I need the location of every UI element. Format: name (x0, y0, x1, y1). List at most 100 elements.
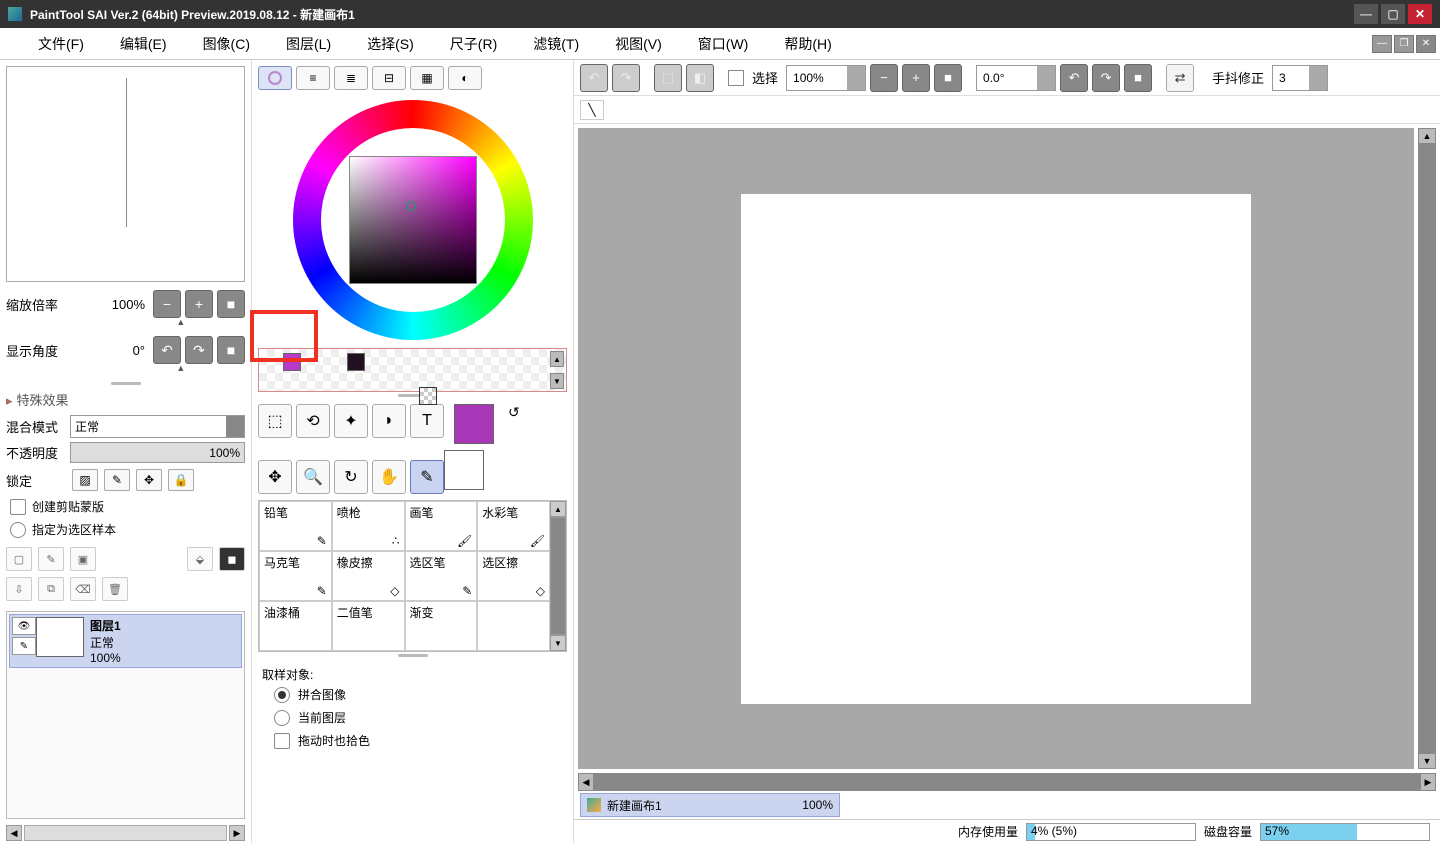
new-folder-button[interactable]: ▣ (70, 547, 96, 571)
zoom-tool[interactable]: 🔍 (296, 460, 330, 494)
brush-airbrush[interactable]: 喷枪∴ (332, 501, 405, 551)
toolbar-rotate-cw[interactable]: ↷ (1092, 64, 1120, 92)
toolbar-zoom-reset[interactable]: ■ (934, 64, 962, 92)
sv-picker[interactable] (349, 156, 477, 284)
rotate-tool[interactable]: ↻ (334, 460, 368, 494)
menu-window[interactable]: 窗口(W) (680, 30, 767, 58)
transparent-swatch[interactable] (419, 387, 437, 405)
zoom-slider[interactable] (6, 320, 245, 330)
maximize-button[interactable]: ▢ (1381, 4, 1405, 24)
swatches-mode-button[interactable]: ▦ (410, 66, 444, 90)
line-tool-icon[interactable]: ╲ (580, 100, 604, 120)
menu-ruler[interactable]: 尺子(R) (432, 30, 515, 58)
opacity-slider[interactable]: 100% (70, 442, 245, 463)
merge-down-button[interactable]: ⇩ (6, 577, 32, 601)
lasso-tool[interactable]: ⟲ (296, 404, 330, 438)
delete-layer-button[interactable]: 🗑 (102, 577, 128, 601)
zoom-reset-button[interactable]: ■ (217, 290, 245, 318)
select-checkbox[interactable] (728, 70, 744, 86)
selection-source-radio[interactable] (10, 522, 26, 538)
vscroll-up[interactable]: ▲ (1418, 128, 1436, 144)
clear-button[interactable]: ⌫ (70, 577, 96, 601)
menu-edit[interactable]: 编辑(E) (102, 30, 185, 58)
close-button[interactable]: ✕ (1408, 4, 1432, 24)
toolbar-rotate-ccw[interactable]: ↶ (1060, 64, 1088, 92)
clipping-mask-checkbox[interactable] (10, 499, 26, 515)
vscroll-track[interactable] (1418, 144, 1436, 753)
minimize-button[interactable]: — (1354, 4, 1378, 24)
brush-bucket[interactable]: 油漆桶 (259, 601, 332, 651)
canvas-viewport[interactable] (578, 128, 1414, 769)
eyedropper-tool[interactable]: ✎ (410, 460, 444, 494)
toolbar-zoom-out[interactable]: − (870, 64, 898, 92)
deselect-button[interactable]: ⬚ (654, 64, 682, 92)
layer-item[interactable]: 👁 ✎ 图层1 正常 100% (9, 614, 242, 668)
vscroll-down[interactable]: ▼ (1418, 753, 1436, 769)
text-tool[interactable]: T (410, 404, 444, 438)
wand-tool[interactable]: ✦ (334, 404, 368, 438)
brush-empty[interactable] (477, 601, 550, 651)
redo-button[interactable]: ↷ (612, 64, 640, 92)
doc-restore-button[interactable]: ❐ (1394, 35, 1414, 53)
bg-color[interactable] (444, 450, 484, 490)
foreground-swatch[interactable] (283, 353, 301, 371)
background-swatch[interactable] (347, 353, 365, 371)
new-linework-button[interactable]: ✎ (38, 547, 64, 571)
flip-button[interactable]: ⇄ (1166, 64, 1194, 92)
layer-hscroll[interactable] (24, 825, 227, 841)
blend-mode-select[interactable]: 正常 (70, 415, 245, 438)
undo-button[interactable]: ↶ (580, 64, 608, 92)
rotate-cw-button[interactable]: ↷ (185, 336, 213, 364)
hscroll-right[interactable]: ▶ (1420, 773, 1436, 791)
sample-merged-radio[interactable] (274, 687, 290, 703)
menu-filter[interactable]: 滤镜(T) (515, 30, 597, 58)
sample-current-radio[interactable] (274, 710, 290, 726)
brush-pencil[interactable]: 铅笔✎ (259, 501, 332, 551)
menu-image[interactable]: 图像(C) (185, 30, 268, 58)
visibility-icon[interactable]: 👁 (12, 617, 36, 635)
brush-eraser[interactable]: 橡皮擦◇ (332, 551, 405, 601)
transfer-button[interactable]: ⬙ (187, 547, 213, 571)
angle-slider[interactable] (6, 366, 245, 376)
brush-selpen[interactable]: 选区笔✎ (405, 551, 478, 601)
menu-layer[interactable]: 图层(L) (268, 30, 349, 58)
fg-color[interactable] (454, 404, 494, 444)
hand-tool[interactable]: ✋ (372, 460, 406, 494)
brush-binary[interactable]: 二值笔 (332, 601, 405, 651)
toolbar-zoom-in[interactable]: + (902, 64, 930, 92)
toolbar-zoom-select[interactable]: 100% (786, 65, 866, 91)
color-wheel-mode-button[interactable] (258, 66, 292, 90)
rect-select-tool[interactable]: ⬚ (258, 404, 292, 438)
brush-watercolor[interactable]: 水彩笔🖌 (477, 501, 550, 551)
swap-colors-button[interactable]: ↺ (508, 404, 520, 421)
doc-close-button[interactable]: ✕ (1416, 35, 1436, 53)
scroll-right-button[interactable]: ▶ (229, 825, 245, 841)
canvas[interactable] (741, 194, 1251, 704)
invert-button[interactable]: ◧ (686, 64, 714, 92)
stabilizer-select[interactable]: 3 (1272, 65, 1328, 91)
rgb-slider-mode-button[interactable]: ≡ (296, 66, 330, 90)
rotate-reset-button[interactable]: ■ (217, 336, 245, 364)
brush-marker[interactable]: 马克笔✎ (259, 551, 332, 601)
lock-pixels-button[interactable]: ▨ (72, 469, 98, 491)
brush-scroll-up[interactable]: ▲ (550, 501, 566, 517)
menu-file[interactable]: 文件(F) (20, 30, 102, 58)
new-layer-button[interactable]: ▢ (6, 547, 32, 571)
lock-move-button[interactable]: ✥ (136, 469, 162, 491)
edit-icon[interactable]: ✎ (12, 637, 36, 655)
menu-select[interactable]: 选择(S) (349, 30, 432, 58)
sample-drag-checkbox[interactable] (274, 733, 290, 749)
gray-mode-button[interactable]: ⊟ (372, 66, 406, 90)
brush-gradient[interactable]: 渐变 (405, 601, 478, 651)
move-tool[interactable]: ✥ (258, 460, 292, 494)
lock-all-button[interactable]: 🔒 (168, 469, 194, 491)
scratchpad-mode-button[interactable]: ◐ (448, 66, 482, 90)
lock-paint-button[interactable]: ✎ (104, 469, 130, 491)
rotate-ccw-button[interactable]: ↶ (153, 336, 181, 364)
shape-tool[interactable]: ◗ (372, 404, 406, 438)
scroll-left-button[interactable]: ◀ (6, 825, 22, 841)
duplicate-button[interactable]: ⧉ (38, 577, 64, 601)
hscroll-track[interactable] (594, 773, 1420, 791)
effects-header[interactable]: 特殊效果 (0, 386, 251, 413)
doc-minimize-button[interactable]: — (1372, 35, 1392, 53)
